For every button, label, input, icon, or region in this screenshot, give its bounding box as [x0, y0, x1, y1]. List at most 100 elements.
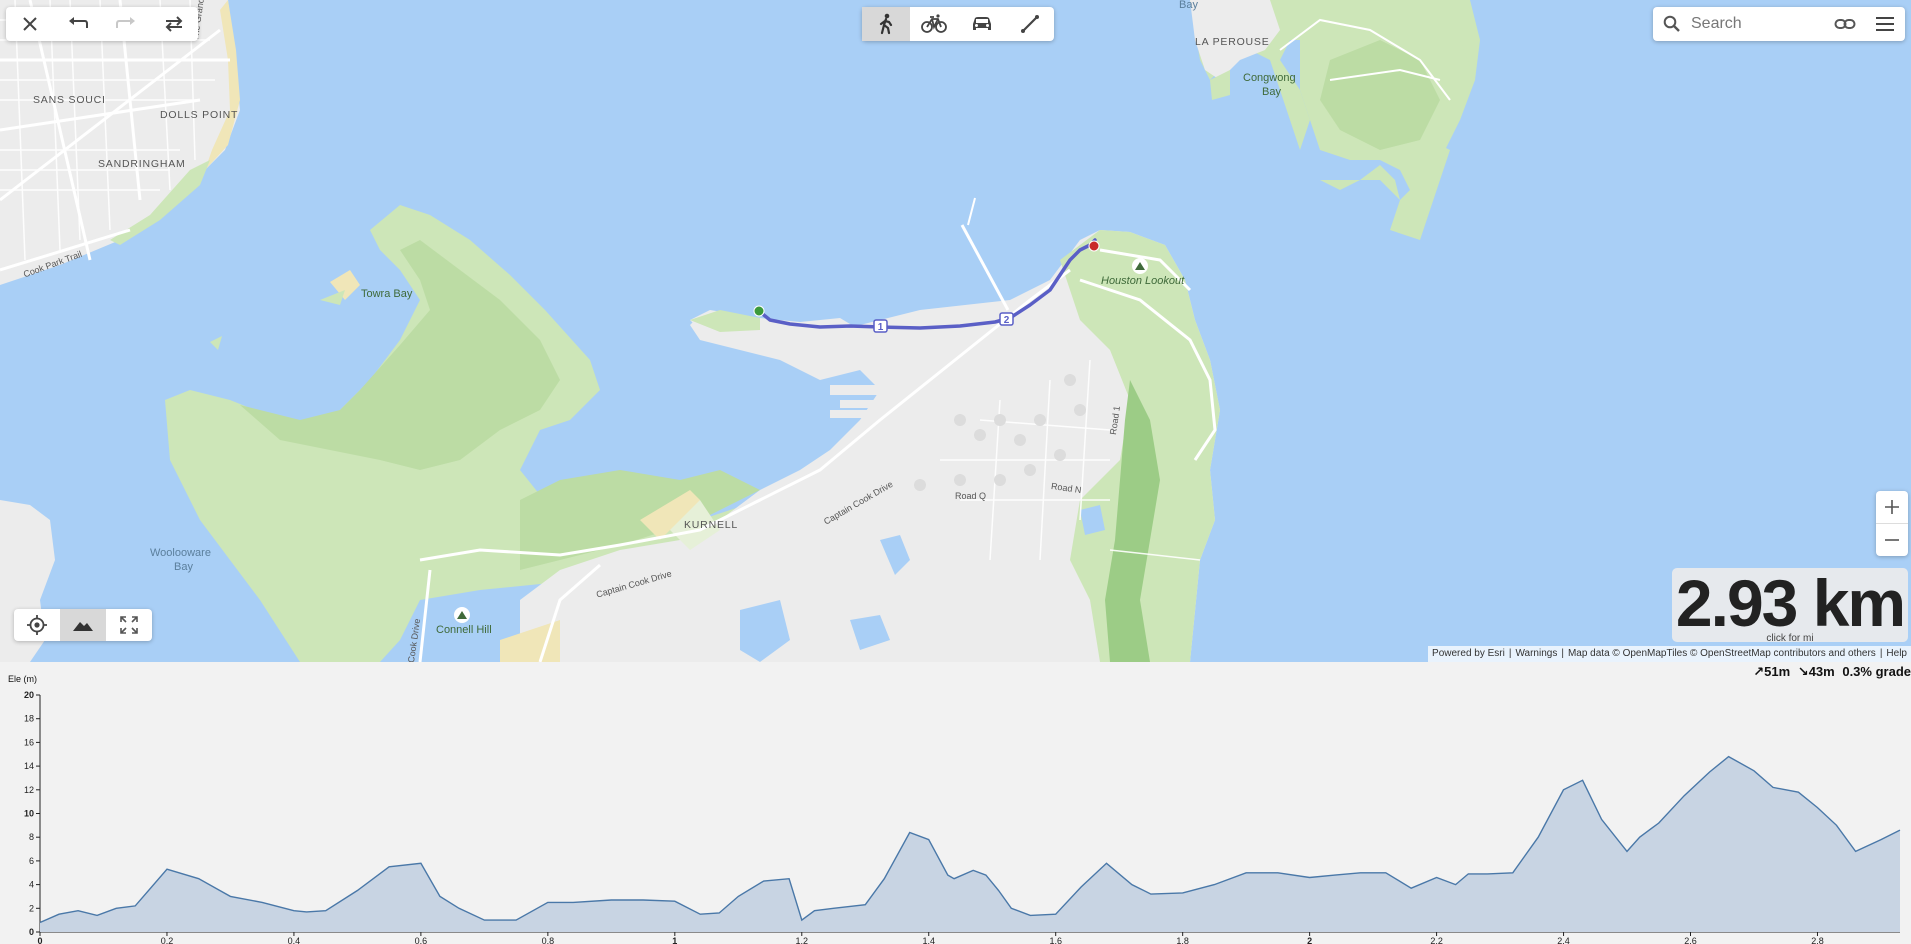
- x-tick-label: 1.6: [1049, 936, 1062, 944]
- x-tick-label: 1: [672, 936, 677, 944]
- map-view[interactable]: 1 2 SANS SOUCI DOLLS POINT SANDRINGHAM T…: [0, 0, 1911, 662]
- x-tick-label: 1.4: [922, 936, 935, 944]
- y-tick-label: 12: [24, 785, 34, 795]
- x-tick-label: 2: [1307, 936, 1312, 944]
- search-icon: [1663, 15, 1680, 32]
- x-tick-label: 0.2: [161, 936, 174, 944]
- share-link-button[interactable]: [1825, 7, 1865, 41]
- y-tick-label: 20: [24, 690, 34, 700]
- attribution-warnings[interactable]: Warnings: [1515, 648, 1557, 660]
- attribution-separator-1: |: [1508, 648, 1512, 659]
- route-marker-2-label: 2: [1004, 315, 1010, 326]
- x-tick-label: 1.2: [796, 936, 809, 944]
- search-input[interactable]: [1691, 15, 1821, 33]
- x-tick-label: 2.4: [1557, 936, 1570, 944]
- map-attribution: Powered by Esri | Warnings | Map data © …: [1428, 646, 1911, 662]
- map-label-towra-bay: Towra Bay: [361, 288, 413, 300]
- close-button[interactable]: [6, 7, 54, 41]
- map-label-kurnell: KURNELL: [684, 519, 739, 531]
- redo-icon: [116, 17, 135, 28]
- x-tick-label: 0: [37, 936, 42, 944]
- undo-icon: [69, 17, 88, 28]
- link-icon: [1834, 19, 1856, 29]
- bike-mode-button[interactable]: [910, 7, 958, 41]
- x-tick-label: 2.8: [1811, 936, 1824, 944]
- distance-value: 2.93 km: [1675, 566, 1906, 640]
- map-label-bay-top: Bay: [1179, 0, 1198, 11]
- plus-icon: [1885, 500, 1899, 514]
- y-tick-label: 2: [29, 903, 34, 913]
- x-tick-label: 0.8: [542, 936, 555, 944]
- connell-hill-icon: [454, 607, 470, 623]
- y-tick-label: 18: [24, 714, 34, 724]
- reverse-route-icon: [165, 16, 183, 32]
- map-label-dolls-point: DOLLS POINT: [160, 109, 239, 121]
- y-tick-label: 8: [29, 832, 34, 842]
- walking-icon: [879, 13, 893, 35]
- map-label-houston-lookout: Houston Lookout: [1101, 275, 1185, 287]
- route-start-marker: [753, 305, 765, 317]
- map-label-connell-hill: Connell Hill: [436, 624, 492, 636]
- elevation-chart[interactable]: 0 2 4 6 8 10 12 14 16 18 20 0 0.2 0.4 0.6 0.8 1 1.2 1.4 1.6…: [0, 662, 1911, 944]
- y-tick-label: 16: [24, 737, 34, 747]
- fullscreen-button[interactable]: [106, 609, 152, 641]
- map-label-woolooware-1: Woolooware: [150, 547, 211, 559]
- elevation-panel[interactable]: Ele (m) ↗51m ↘43m 0.3% grade 0 2 4 6 8 10 12 14…: [0, 662, 1911, 944]
- terrain-icon: [73, 622, 93, 631]
- locate-icon: [27, 615, 47, 635]
- wharfs: [830, 385, 910, 418]
- close-icon: [23, 17, 37, 31]
- car-mode-button[interactable]: [958, 7, 1006, 41]
- x-tick-label: 0.6: [415, 936, 428, 944]
- map-tools-toolbar: [14, 609, 152, 641]
- straight-line-mode-button[interactable]: [1006, 7, 1054, 41]
- menu-icon: [1876, 17, 1894, 31]
- map-label-congwong-1: Congwong: [1243, 72, 1296, 84]
- bicycle-icon: [921, 14, 947, 33]
- menu-button[interactable]: [1865, 7, 1905, 41]
- walk-mode-button[interactable]: [862, 7, 910, 41]
- x-tick-label: 0.4: [288, 936, 301, 944]
- search-icon-wrap[interactable]: [1653, 7, 1691, 41]
- map-label-la-perouse: LA PEROUSE: [1195, 36, 1270, 48]
- redo-button[interactable]: [102, 7, 150, 41]
- minus-icon: [1885, 539, 1899, 541]
- y-tick-label: 6: [29, 856, 34, 866]
- route-marker-1-label: 1: [878, 322, 884, 333]
- zoom-in-button[interactable]: [1876, 491, 1908, 523]
- map-label-sandringham: SANDRINGHAM: [98, 158, 186, 170]
- attribution-powered[interactable]: Powered by Esri: [1432, 648, 1505, 660]
- x-tick-label: 2.6: [1684, 936, 1697, 944]
- y-tick-label: 14: [24, 761, 34, 771]
- travel-mode-toolbar: [862, 7, 1054, 41]
- route-end-marker: [1088, 240, 1100, 252]
- car-icon: [973, 17, 991, 30]
- attribution-help[interactable]: Help: [1886, 648, 1907, 660]
- houston-lookout-icon: [1132, 258, 1148, 274]
- zoom-controls: [1876, 491, 1908, 556]
- x-tick-label: 1.8: [1176, 936, 1189, 944]
- zoom-out-button[interactable]: [1876, 524, 1908, 556]
- route-marker-2: 2: [999, 312, 1014, 326]
- x-tick-label: 2.2: [1430, 936, 1443, 944]
- y-tick-label: 0: [29, 927, 34, 937]
- distance-display[interactable]: 2.93 km click for mi: [1672, 566, 1908, 644]
- route-marker-1: 1: [873, 319, 888, 333]
- terrain-button[interactable]: [60, 609, 106, 641]
- y-tick-label: 10: [24, 809, 34, 819]
- reverse-route-button[interactable]: [150, 7, 198, 41]
- map-label-woolooware-2: Bay: [174, 561, 193, 573]
- map-label-road-q: Road Q: [955, 491, 987, 501]
- attribution-separator-3: |: [1879, 648, 1883, 659]
- map-canvas[interactable]: 1 2: [0, 0, 1911, 662]
- map-label-sans-souci: SANS SOUCI: [33, 94, 106, 106]
- map-label-congwong-2: Bay: [1262, 86, 1281, 98]
- attribution-separator-2: |: [1561, 648, 1564, 659]
- fullscreen-icon: [120, 616, 138, 634]
- y-tick-label: 4: [29, 880, 34, 890]
- locate-button[interactable]: [14, 609, 60, 641]
- attribution-map-data[interactable]: Map data © OpenMapTiles © OpenStreetMap …: [1568, 648, 1876, 660]
- undo-button[interactable]: [54, 7, 102, 41]
- app: 1 2 SANS SOUCI DOLLS POINT SANDRINGHAM T…: [0, 0, 1911, 944]
- route-edit-toolbar: [6, 7, 198, 41]
